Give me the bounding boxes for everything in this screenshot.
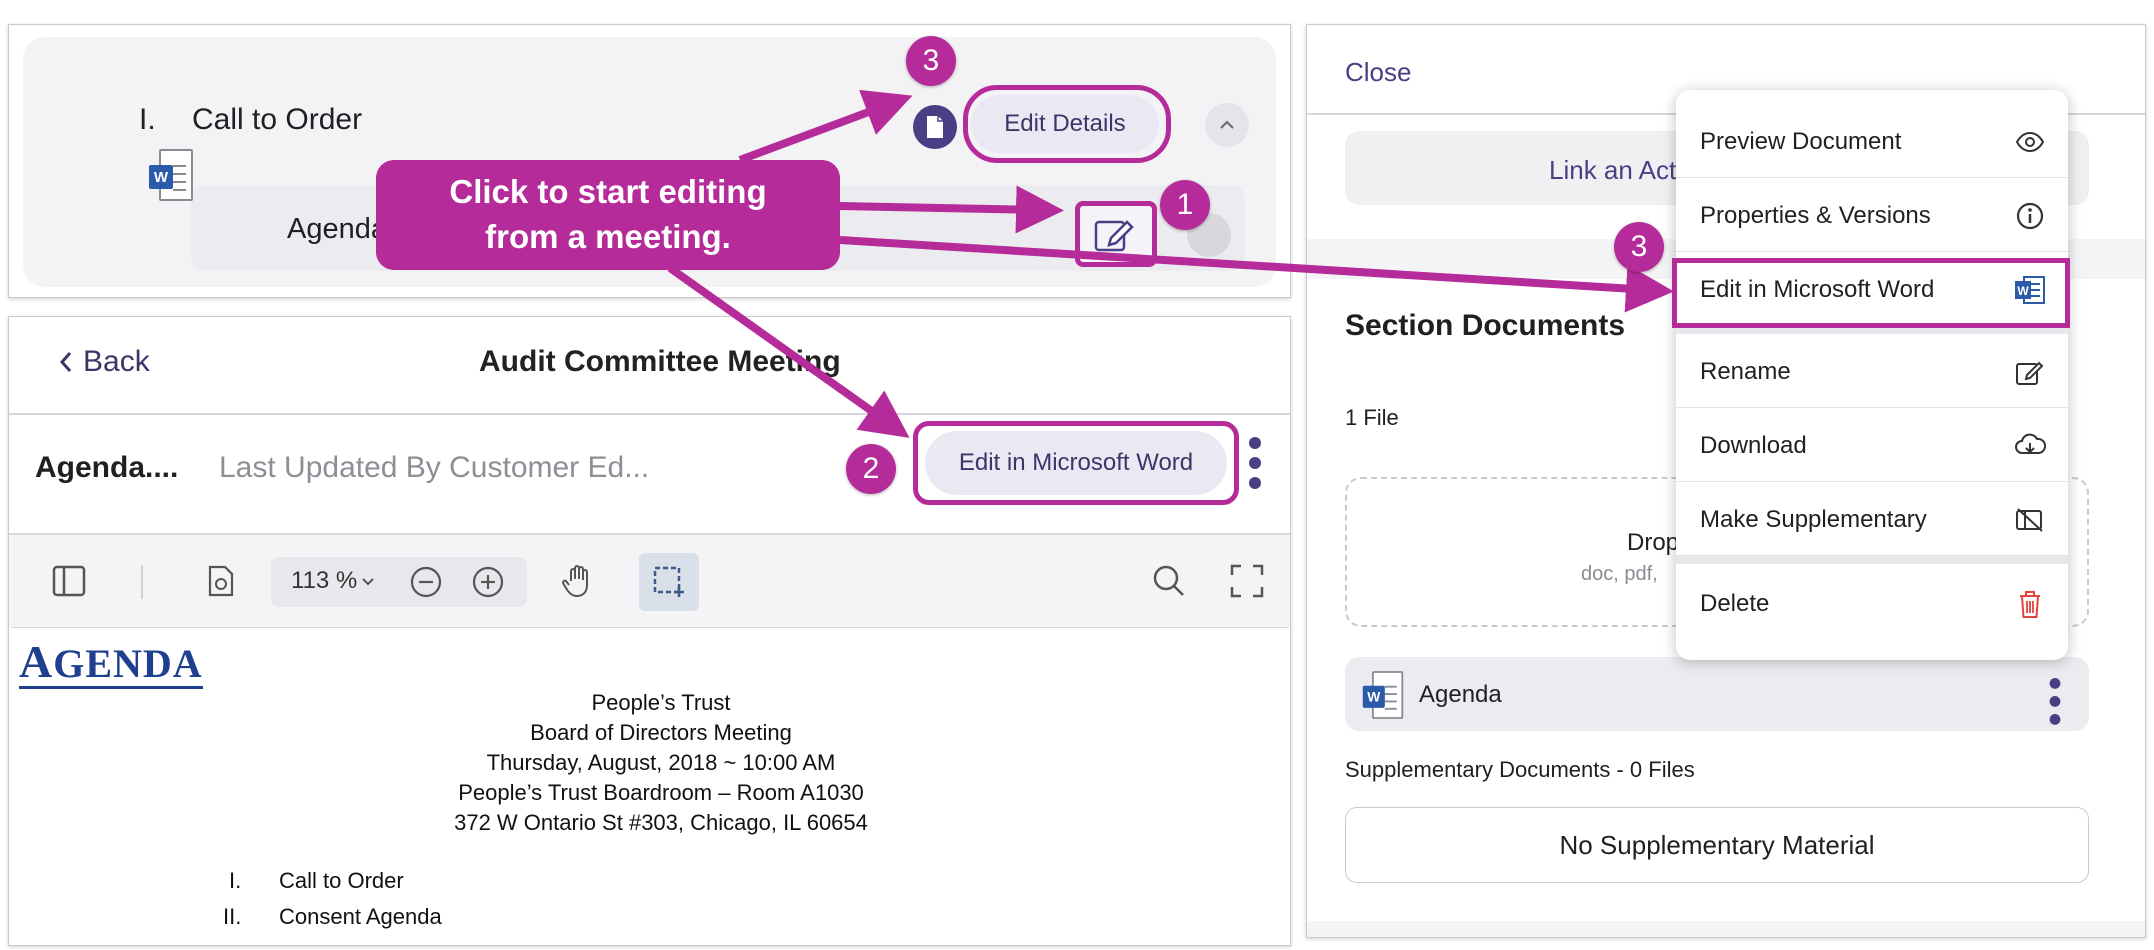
file-count: 1 File — [1345, 405, 1399, 430]
edit-details-highlight — [963, 85, 1171, 163]
edit-icon — [2014, 356, 2046, 388]
back-button[interactable]: Back — [59, 345, 150, 379]
word-file-icon: W — [1362, 671, 1404, 719]
document-item-text: Call to Order — [279, 868, 404, 893]
divider — [9, 413, 1290, 415]
edit-document-button[interactable] — [1075, 201, 1157, 267]
document-icon — [927, 116, 943, 138]
supplementary-documents-title: Supplementary Documents - 0 Files — [1345, 757, 1695, 782]
document-title: Agenda.... — [35, 451, 179, 484]
document-line: 372 W Ontario St #303, Chicago, IL 60654 — [454, 810, 868, 835]
menu-item-make-supplementary[interactable]: Make Supplementary — [1676, 482, 2068, 556]
menu-separator — [1676, 556, 2068, 564]
chevron-up-icon — [1220, 120, 1234, 129]
menu-item-preview-document[interactable]: Preview Document — [1676, 104, 2068, 178]
zoom-controls: 113 % — [271, 557, 527, 607]
section-documents-title: Section Documents — [1345, 309, 1626, 342]
document-item-number: I. — [229, 868, 242, 893]
document-kebab-menu-icon[interactable] — [2049, 678, 2061, 732]
menu-item-download[interactable]: Download — [1676, 408, 2068, 482]
word-file-icon: W — [149, 149, 193, 201]
document-viewer-panel: Back Audit Committee Meeting Agenda.... … — [8, 316, 1291, 946]
document-page: AGENDA People’s Trust Board of Directors… — [11, 627, 1289, 945]
section-document-name: Agenda — [1419, 681, 1502, 708]
edit-in-word-highlight — [913, 421, 1239, 505]
step-badge-3-menu: 3 — [1614, 222, 1664, 272]
toolbar-divider — [141, 565, 143, 599]
trash-icon — [2014, 588, 2046, 620]
eye-icon — [2014, 126, 2046, 158]
document-item-number: II. — [223, 904, 242, 929]
close-button[interactable]: Close — [1345, 57, 1411, 88]
sidebar-toggle-icon[interactable] — [47, 559, 91, 603]
document-line: People’s Trust — [591, 690, 731, 715]
menu-item-properties-versions[interactable]: Properties & Versions — [1676, 178, 2068, 252]
document-item-text: Consent Agenda — [279, 904, 442, 929]
info-icon — [2014, 200, 2046, 232]
cloud-download-icon — [2014, 430, 2046, 462]
edit-icon — [1094, 220, 1134, 252]
marquee-select-icon — [653, 566, 684, 597]
zoom-level[interactable]: 113 % — [291, 567, 357, 595]
chevron-left-icon — [59, 352, 72, 372]
search-icon[interactable] — [1147, 559, 1191, 603]
document-line: Board of Directors Meeting — [530, 720, 792, 745]
pan-hand-icon[interactable] — [557, 559, 601, 603]
step-badge-2: 2 — [846, 444, 896, 494]
agenda-item-number: I. — [139, 103, 156, 136]
document-line: Thursday, August, 2018 ~ 10:00 AM — [486, 750, 836, 775]
edit-in-word-menu-highlight — [1672, 258, 2070, 328]
link-action-label: Link an Acti — [1549, 155, 1682, 185]
no-supplementary-material: No Supplementary Material — [1345, 807, 2089, 883]
menu-item-delete[interactable]: Delete — [1676, 566, 2068, 640]
document-context-menu: Preview Document Properties & Versions E… — [1676, 90, 2068, 660]
instruction-callout: Click to start editing from a meeting. — [376, 160, 840, 270]
menu-item-rename[interactable]: Rename — [1676, 334, 2068, 408]
agenda-document-name[interactable]: Agenda — [287, 213, 387, 246]
document-icon-button[interactable] — [913, 105, 957, 149]
agenda-item-title: Call to Order — [192, 103, 363, 136]
drop-zone-subtitle: doc, pdf, — [1581, 563, 1658, 585]
select-tool-button[interactable] — [639, 553, 699, 611]
zoom-in-icon[interactable] — [471, 565, 505, 599]
pdf-toolbar: 113 % — [9, 535, 1290, 627]
fullscreen-icon[interactable] — [1225, 559, 1269, 603]
supplementary-icon — [2014, 504, 2046, 536]
drop-zone-title: Drop — [1627, 529, 1680, 556]
zoom-out-icon[interactable] — [409, 565, 443, 599]
panel-footer — [1307, 921, 2145, 937]
agenda-heading: AGENDA — [19, 636, 203, 689]
meeting-title: Audit Committee Meeting — [479, 345, 841, 378]
back-label: Back — [83, 345, 150, 378]
page-settings-icon[interactable] — [199, 559, 243, 603]
kebab-menu-icon[interactable] — [1249, 437, 1261, 497]
chevron-down-icon[interactable] — [361, 577, 375, 587]
step-badge-1: 1 — [1160, 180, 1210, 230]
last-updated-text: Last Updated By Customer Ed... — [219, 451, 650, 484]
document-line: People’s Trust Boardroom – Room A1030 — [458, 780, 864, 805]
collapse-button[interactable] — [1205, 103, 1249, 147]
step-badge-3: 3 — [906, 36, 956, 86]
